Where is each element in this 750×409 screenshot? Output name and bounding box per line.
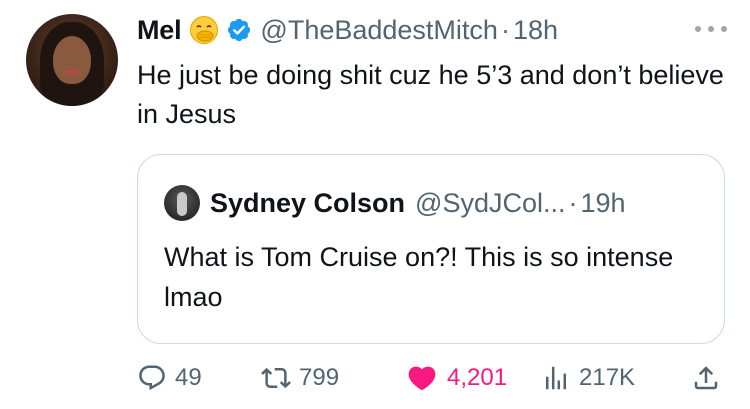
views-button[interactable]: 217K (541, 358, 635, 398)
quoted-tweet-text: What is Tom Cruise on?! This is so inten… (164, 242, 674, 312)
avatar-face (53, 36, 91, 84)
author-name[interactable]: Mel (137, 15, 182, 46)
author-handle[interactable]: @TheBaddestMitch (260, 15, 498, 46)
reply-count: 49 (175, 364, 202, 391)
reply-icon (137, 363, 167, 393)
quoted-tweet-card[interactable]: Sydney Colson @SydJCol... · 19h What is … (137, 154, 725, 344)
share-button[interactable] (691, 358, 721, 398)
reply-button[interactable]: 49 (137, 358, 202, 398)
tweet-header: Mel @TheBaddestMitch · 18h (137, 12, 558, 48)
quoted-tweet-header: Sydney Colson @SydJCol... · 19h (164, 185, 626, 221)
analytics-bars-icon (541, 363, 571, 393)
share-upload-icon (691, 363, 721, 393)
face-with-hand-over-mouth-icon (189, 15, 219, 45)
quoted-header-separator: · (568, 187, 578, 218)
repost-count: 799 (299, 364, 340, 391)
heart-icon (405, 362, 439, 394)
verified-badge-icon (226, 17, 252, 43)
quoted-author-handle: @SydJCol... (415, 187, 566, 218)
repost-button[interactable]: 799 (261, 358, 339, 398)
like-count: 4,201 (447, 364, 508, 391)
quoted-tweet-timestamp: 19h (580, 187, 626, 218)
avatar-lips (65, 70, 79, 75)
quoted-author-avatar (164, 185, 200, 221)
header-separator: · (500, 14, 510, 45)
tweet-text: He just be doing shit cuz he 5’3 and don… (137, 60, 724, 129)
tweet-timestamp[interactable]: 18h (513, 15, 558, 46)
more-options-icon[interactable] (695, 24, 727, 34)
repost-icon (261, 363, 291, 393)
quoted-author-name: Sydney Colson (210, 187, 406, 218)
view-count: 217K (579, 364, 636, 391)
tweet-actions-bar: 49 799 4,201 217K (137, 358, 727, 398)
author-avatar[interactable] (26, 14, 118, 106)
like-button[interactable]: 4,201 (405, 358, 507, 398)
